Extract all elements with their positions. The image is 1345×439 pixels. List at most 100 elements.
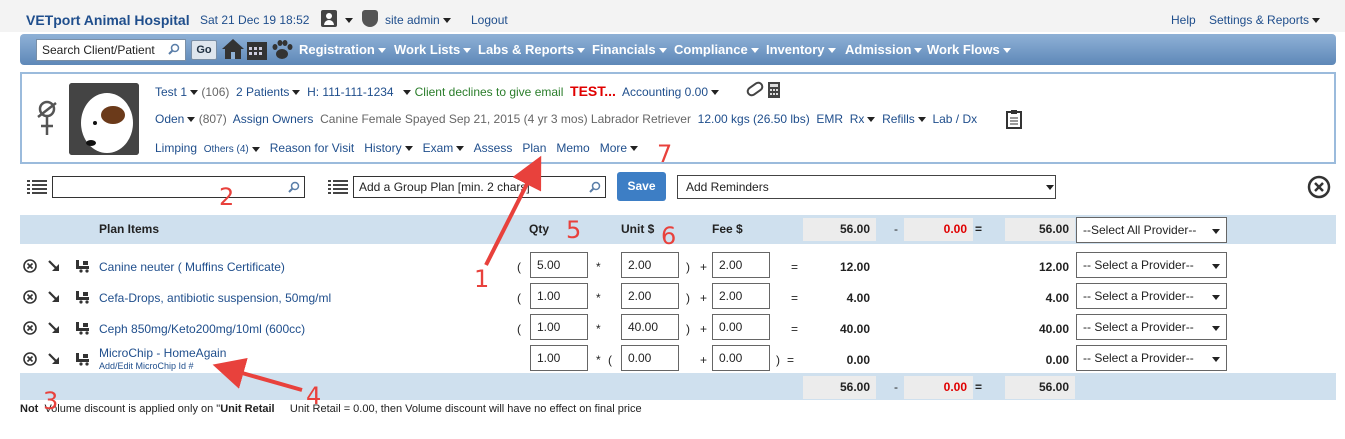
plan-item-name[interactable]: Canine neuter ( Muffins Certificate): [99, 260, 285, 274]
unit-price-input[interactable]: 2.00: [621, 252, 679, 278]
move-item-icon[interactable]: [47, 290, 61, 304]
chevron-down-icon[interactable]: [403, 90, 412, 96]
patient-weight[interactable]: 12.00 kgs (26.50 lbs): [698, 112, 810, 126]
remove-item-icon[interactable]: [23, 352, 37, 366]
home-icon[interactable]: [221, 37, 245, 61]
nav-compliance[interactable]: Compliance: [674, 42, 759, 57]
qty-input[interactable]: 1.00: [530, 283, 588, 309]
nav-admission[interactable]: Admission: [845, 42, 923, 57]
line-amount: 40.00: [839, 322, 870, 336]
line-amount: 4.00: [846, 291, 870, 305]
female-spayed-icon: [37, 100, 57, 135]
plan-item-name[interactable]: Ceph 850mg/Keto200mg/10ml (600cc): [99, 322, 305, 336]
unit-price-input[interactable]: 40.00: [621, 314, 679, 340]
dispense-icon[interactable]: [75, 259, 91, 273]
client-alert[interactable]: TEST...: [570, 83, 616, 99]
user-icon[interactable]: [321, 10, 337, 27]
assess-link[interactable]: Assess: [474, 141, 513, 155]
nav-labs-reports[interactable]: Labs & Reports: [478, 42, 586, 57]
patients-menu[interactable]: 2 Patients: [236, 85, 301, 99]
list-icon[interactable]: [27, 179, 47, 195]
paw-icon[interactable]: [270, 38, 294, 62]
line-total: 12.00: [1038, 260, 1069, 274]
accounting-menu[interactable]: Accounting 0.00: [622, 85, 720, 99]
visit-others-menu[interactable]: Others (4): [204, 144, 260, 155]
plan-link[interactable]: Plan: [522, 141, 546, 155]
close-icon[interactable]: [1307, 175, 1331, 199]
minus-sign: -: [894, 380, 898, 394]
reason-for-visit-link[interactable]: Reason for Visit: [270, 141, 355, 155]
exam-menu[interactable]: Exam: [423, 141, 465, 155]
assign-owners-link[interactable]: Assign Owners: [233, 112, 314, 126]
remove-item-icon[interactable]: [23, 259, 37, 273]
select-all-provider[interactable]: --Select All Provider--: [1076, 217, 1227, 243]
nav-financials[interactable]: Financials: [592, 42, 667, 57]
settings-menu[interactable]: Settings & Reports: [1209, 13, 1321, 27]
plan-item-name[interactable]: Cefa-Drops, antibiotic suspension, 50mg/…: [99, 291, 331, 305]
user-menu[interactable]: site admin: [385, 13, 451, 27]
fee-input[interactable]: 0.00: [712, 345, 770, 371]
search-input[interactable]: Search Client/Patient: [36, 39, 186, 61]
calendar-icon[interactable]: [246, 39, 268, 61]
remove-item-icon[interactable]: [23, 290, 37, 304]
search-icon[interactable]: [288, 181, 300, 193]
plan-item-search-input[interactable]: [52, 176, 305, 198]
provider-select[interactable]: -- Select a Provider--: [1076, 314, 1227, 340]
provider-select[interactable]: -- Select a Provider--: [1076, 252, 1227, 278]
save-button[interactable]: Save: [617, 172, 666, 201]
search-icon[interactable]: [589, 181, 601, 193]
help-link[interactable]: Help: [1171, 13, 1196, 27]
hospital-name[interactable]: VETport Animal Hospital: [26, 12, 190, 28]
client-row: Test 1 (106) 2 Patients H: 111-111-1234 …: [155, 83, 720, 99]
client-phone[interactable]: H: 111-111-1234: [307, 85, 394, 99]
calculator-icon[interactable]: [767, 81, 781, 99]
fee-input[interactable]: 2.00: [712, 283, 770, 309]
nav-registration[interactable]: Registration: [299, 42, 386, 57]
memo-link[interactable]: Memo: [556, 141, 589, 155]
remove-item-icon[interactable]: [23, 321, 37, 335]
chevron-down-icon[interactable]: [1046, 185, 1054, 190]
logout-link[interactable]: Logout: [471, 13, 508, 27]
total-top: 56.00: [1005, 218, 1075, 241]
lab-dx-link[interactable]: Lab / Dx: [932, 112, 977, 126]
clipboard-icon[interactable]: [1005, 109, 1023, 129]
paren-close: ): [686, 322, 690, 336]
qty-input[interactable]: 1.00: [530, 345, 588, 371]
fee-input[interactable]: 0.00: [712, 314, 770, 340]
unit-price-input[interactable]: 2.00: [621, 283, 679, 309]
emr-link[interactable]: EMR: [816, 112, 843, 126]
reminders-select[interactable]: Add Reminders: [677, 175, 1056, 199]
refills-menu[interactable]: Refills: [882, 112, 926, 126]
history-menu[interactable]: History: [364, 141, 413, 155]
move-item-icon[interactable]: [47, 352, 61, 366]
visit-limping[interactable]: Limping: [155, 141, 197, 155]
nav-work-flows[interactable]: Work Flows: [927, 42, 1011, 57]
search-icon[interactable]: [168, 43, 180, 55]
patient-photo[interactable]: [69, 83, 139, 155]
nav-inventory[interactable]: Inventory: [766, 42, 836, 57]
qty-input[interactable]: 5.00: [530, 252, 588, 278]
qty-input[interactable]: 1.00: [530, 314, 588, 340]
unit-price-input[interactable]: 0.00: [621, 345, 679, 371]
move-item-icon[interactable]: [47, 259, 61, 273]
microchip-id-link[interactable]: Add/Edit MicroChip Id #: [99, 361, 194, 371]
move-item-icon[interactable]: [47, 321, 61, 335]
group-plan-input[interactable]: Add a Group Plan [min. 2 chars]: [353, 176, 606, 198]
pill-icon[interactable]: [745, 81, 765, 97]
dispense-icon[interactable]: [75, 321, 91, 335]
list-icon[interactable]: [328, 179, 348, 195]
chevron-down-icon[interactable]: [345, 18, 353, 23]
fee-input[interactable]: 2.00: [712, 252, 770, 278]
rx-menu[interactable]: Rx: [850, 112, 876, 126]
go-button[interactable]: Go: [191, 40, 217, 60]
provider-select[interactable]: -- Select a Provider--: [1076, 283, 1227, 309]
nav-work-lists[interactable]: Work Lists: [394, 42, 472, 57]
more-menu[interactable]: More: [600, 141, 639, 155]
plan-item-name[interactable]: MicroChip - HomeAgain: [99, 346, 226, 360]
provider-select[interactable]: -- Select a Provider--: [1076, 345, 1227, 371]
line-amount: 12.00: [839, 260, 870, 274]
dispense-icon[interactable]: [75, 352, 91, 366]
client-name[interactable]: Test 1: [155, 85, 199, 99]
patient-name[interactable]: Oden: [155, 112, 196, 126]
dispense-icon[interactable]: [75, 290, 91, 304]
